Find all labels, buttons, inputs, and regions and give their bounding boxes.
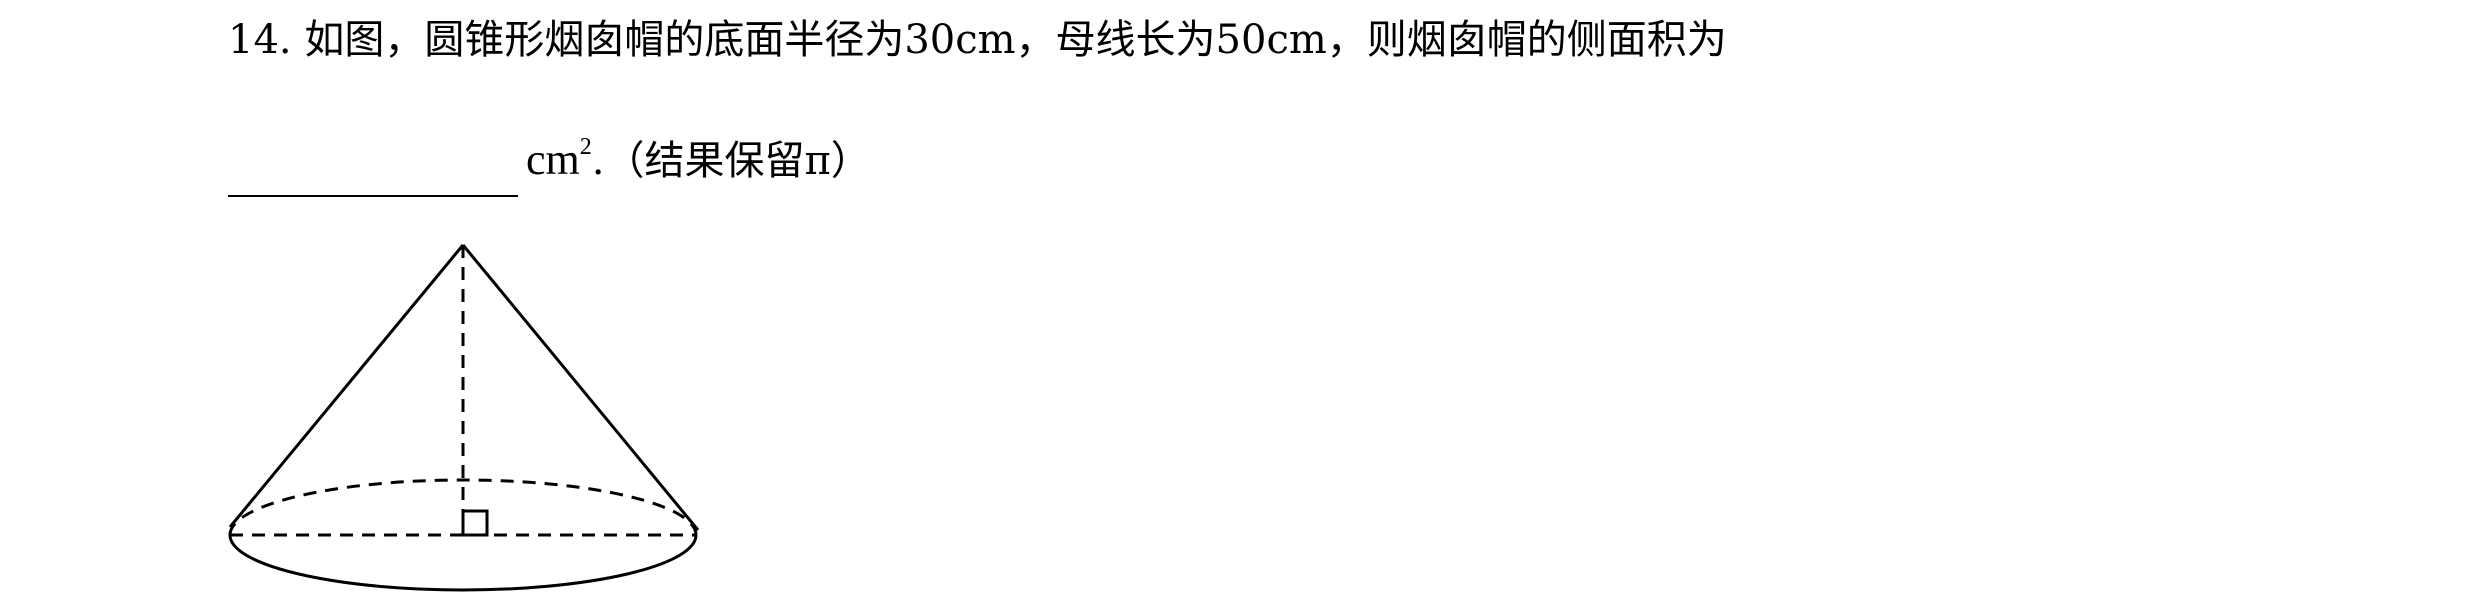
- answer-line: cm2.（结果保留π）: [228, 130, 871, 197]
- question-suffix: .（结果保留π）: [591, 138, 871, 184]
- unit-exponent: 2: [579, 134, 592, 160]
- cone-figure: [220, 235, 720, 609]
- answer-unit: cm: [526, 135, 580, 184]
- cone-left-slant: [228, 244, 465, 528]
- answer-blank[interactable]: [228, 147, 518, 197]
- question-text: 14. 如图，圆锥形烟囱帽的底面半径为30cm，母线长为50cm，则烟囱帽的侧面…: [228, 17, 1727, 63]
- cone-right-slant: [461, 244, 700, 531]
- cone-base-front-arc: [228, 534, 698, 592]
- right-angle-marker: [461, 509, 489, 537]
